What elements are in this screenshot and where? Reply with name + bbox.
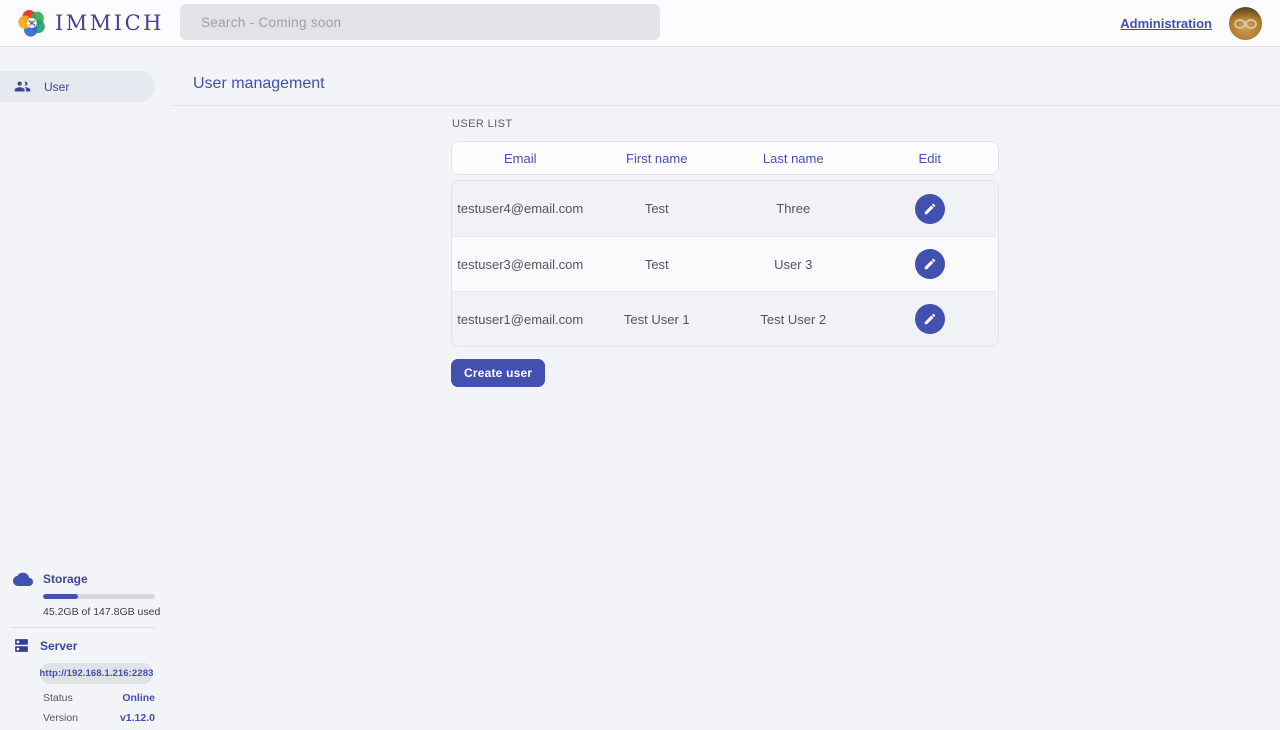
status-value: Online <box>122 692 155 704</box>
sidebar: User Storage 45.2GB of 147.8GB used Serv… <box>0 47 170 730</box>
table-row: testuser4@email.com Test Three <box>452 181 998 236</box>
server-version-row: Version v1.12.0 <box>43 712 155 724</box>
server-status-row: Status Online <box>43 692 155 704</box>
column-header-last-name: Last name <box>725 151 862 166</box>
navbar-right: Administration <box>1120 0 1262 47</box>
cell-email: testuser3@email.com <box>452 257 589 272</box>
pencil-icon <box>923 257 937 271</box>
immich-logo[interactable]: IMMICH <box>18 8 164 38</box>
server-url-chip: http://192.168.1.216:2283 <box>40 663 153 684</box>
sidebar-divider <box>10 627 155 628</box>
storage-usage-text: 45.2GB of 147.8GB used <box>43 606 170 618</box>
edit-user-button[interactable] <box>915 304 945 334</box>
administration-link[interactable]: Administration <box>1120 16 1212 31</box>
user-list-label: USER LIST <box>452 118 999 130</box>
main-header: User management <box>170 47 1280 106</box>
users-icon <box>14 78 31 95</box>
cell-first-name: Test <box>589 257 726 272</box>
cell-email: testuser4@email.com <box>452 201 589 216</box>
search-input[interactable] <box>180 4 660 40</box>
cell-first-name: Test <box>589 201 726 216</box>
cell-last-name: User 3 <box>725 257 862 272</box>
cloud-icon <box>13 571 33 586</box>
glasses-icon <box>1233 18 1258 30</box>
cell-first-name: Test User 1 <box>589 312 726 327</box>
main-panel: User management USER LIST Email First na… <box>170 47 1280 730</box>
server-icon <box>13 637 30 654</box>
storage-title: Storage <box>43 572 88 586</box>
page-title: User management <box>193 75 1280 93</box>
column-header-edit: Edit <box>862 151 999 166</box>
column-header-first-name: First name <box>589 151 726 166</box>
table-row: testuser1@email.com Test User 1 Test Use… <box>452 291 998 346</box>
edit-user-button[interactable] <box>915 249 945 279</box>
sidebar-item-user[interactable]: User <box>0 71 155 102</box>
storage-progress-bar <box>43 594 155 599</box>
cell-email: testuser1@email.com <box>452 312 589 327</box>
table-header-row: Email First name Last name Edit <box>451 141 999 175</box>
create-user-button[interactable]: Create user <box>451 359 545 387</box>
user-list-section: USER LIST Email First name Last name Edi… <box>451 118 999 387</box>
server-title: Server <box>40 639 77 653</box>
storage-widget: Storage 45.2GB of 147.8GB used <box>0 571 170 618</box>
server-widget: Server http://192.168.1.216:2283 Status … <box>0 637 170 724</box>
table-row: testuser3@email.com Test User 3 <box>452 236 998 291</box>
sidebar-item-user-label: User <box>44 80 69 94</box>
storage-progress-fill <box>43 594 78 599</box>
cell-last-name: Three <box>725 201 862 216</box>
edit-user-button[interactable] <box>915 194 945 224</box>
brand-wordmark: IMMICH <box>55 8 164 38</box>
version-label: Version <box>43 712 78 724</box>
column-header-email: Email <box>452 151 589 166</box>
immich-flower-icon <box>18 9 46 37</box>
cell-last-name: Test User 2 <box>725 312 862 327</box>
pencil-icon <box>923 202 937 216</box>
top-navbar: IMMICH Administration <box>0 0 1280 47</box>
status-label: Status <box>43 692 73 704</box>
user-table-body: testuser4@email.com Test Three testuser3… <box>451 180 999 347</box>
version-value: v1.12.0 <box>120 712 155 724</box>
user-avatar[interactable] <box>1229 7 1262 40</box>
pencil-icon <box>923 312 937 326</box>
